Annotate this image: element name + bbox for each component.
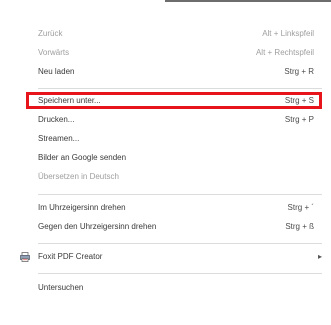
menu-separator [38,88,322,89]
menu-item-reload[interactable]: Neu laden Strg + R [20,64,322,80]
pdf-printer-icon [20,252,30,262]
menu-item-label: Foxit PDF Creator [38,252,103,261]
menu-item-label: Bilder an Google senden [38,153,127,162]
menu-item-cast[interactable]: Streamen... [20,131,322,147]
menu-item-shortcut: Strg + ´ [287,203,314,212]
menu-item-label: Vorwärts [38,48,70,57]
menu-item-label: Untersuchen [38,283,84,292]
submenu-arrow-icon: ▸ [317,252,322,261]
menu-item-back[interactable]: Zurück Alt + Linkspfeil [20,26,322,42]
highlight-box [26,92,322,109]
menu-item-forward[interactable]: Vorwärts Alt + Rechtspfeil [20,45,322,61]
menu-item-shortcut: Strg + P [284,115,314,124]
menu-item-inspect[interactable]: Untersuchen [20,280,322,296]
menu-item-shortcut: Strg + R [284,67,314,76]
menu-item-rotate-counterclockwise[interactable]: Gegen den Uhrzeigersinn drehen Strg + ß [20,219,322,235]
menu-item-shortcut: Strg + ß [285,222,314,231]
menu-item-label: Übersetzen in Deutsch [38,172,119,181]
menu-item-translate[interactable]: Übersetzen in Deutsch [20,169,322,185]
menu-item-label: Im Uhrzeigersinn drehen [38,203,126,212]
menu-item-label: Drucken... [38,115,75,124]
menu-item-foxit-pdf-creator[interactable]: Foxit PDF Creator ▸ [20,249,322,265]
tab-underline [165,0,331,2]
menu-item-rotate-clockwise[interactable]: Im Uhrzeigersinn drehen Strg + ´ [20,200,322,216]
menu-item-label: Gegen den Uhrzeigersinn drehen [38,222,157,231]
menu-item-label: Neu laden [38,67,75,76]
menu-item-label: Streamen... [38,134,80,143]
menu-separator [38,273,322,274]
menu-item-label: Zurück [38,29,63,38]
menu-item-shortcut: Alt + Rechtspfeil [255,48,314,57]
menu-item-search-image-google[interactable]: Bilder an Google senden [20,150,322,166]
context-menu: Zurück Alt + Linkspfeil Vorwärts Alt + R… [0,0,331,325]
menu-separator [38,243,322,244]
menu-item-shortcut: Alt + Linkspfeil [262,29,314,38]
menu-separator [38,194,322,195]
menu-item-print[interactable]: Drucken... Strg + P [20,112,322,128]
